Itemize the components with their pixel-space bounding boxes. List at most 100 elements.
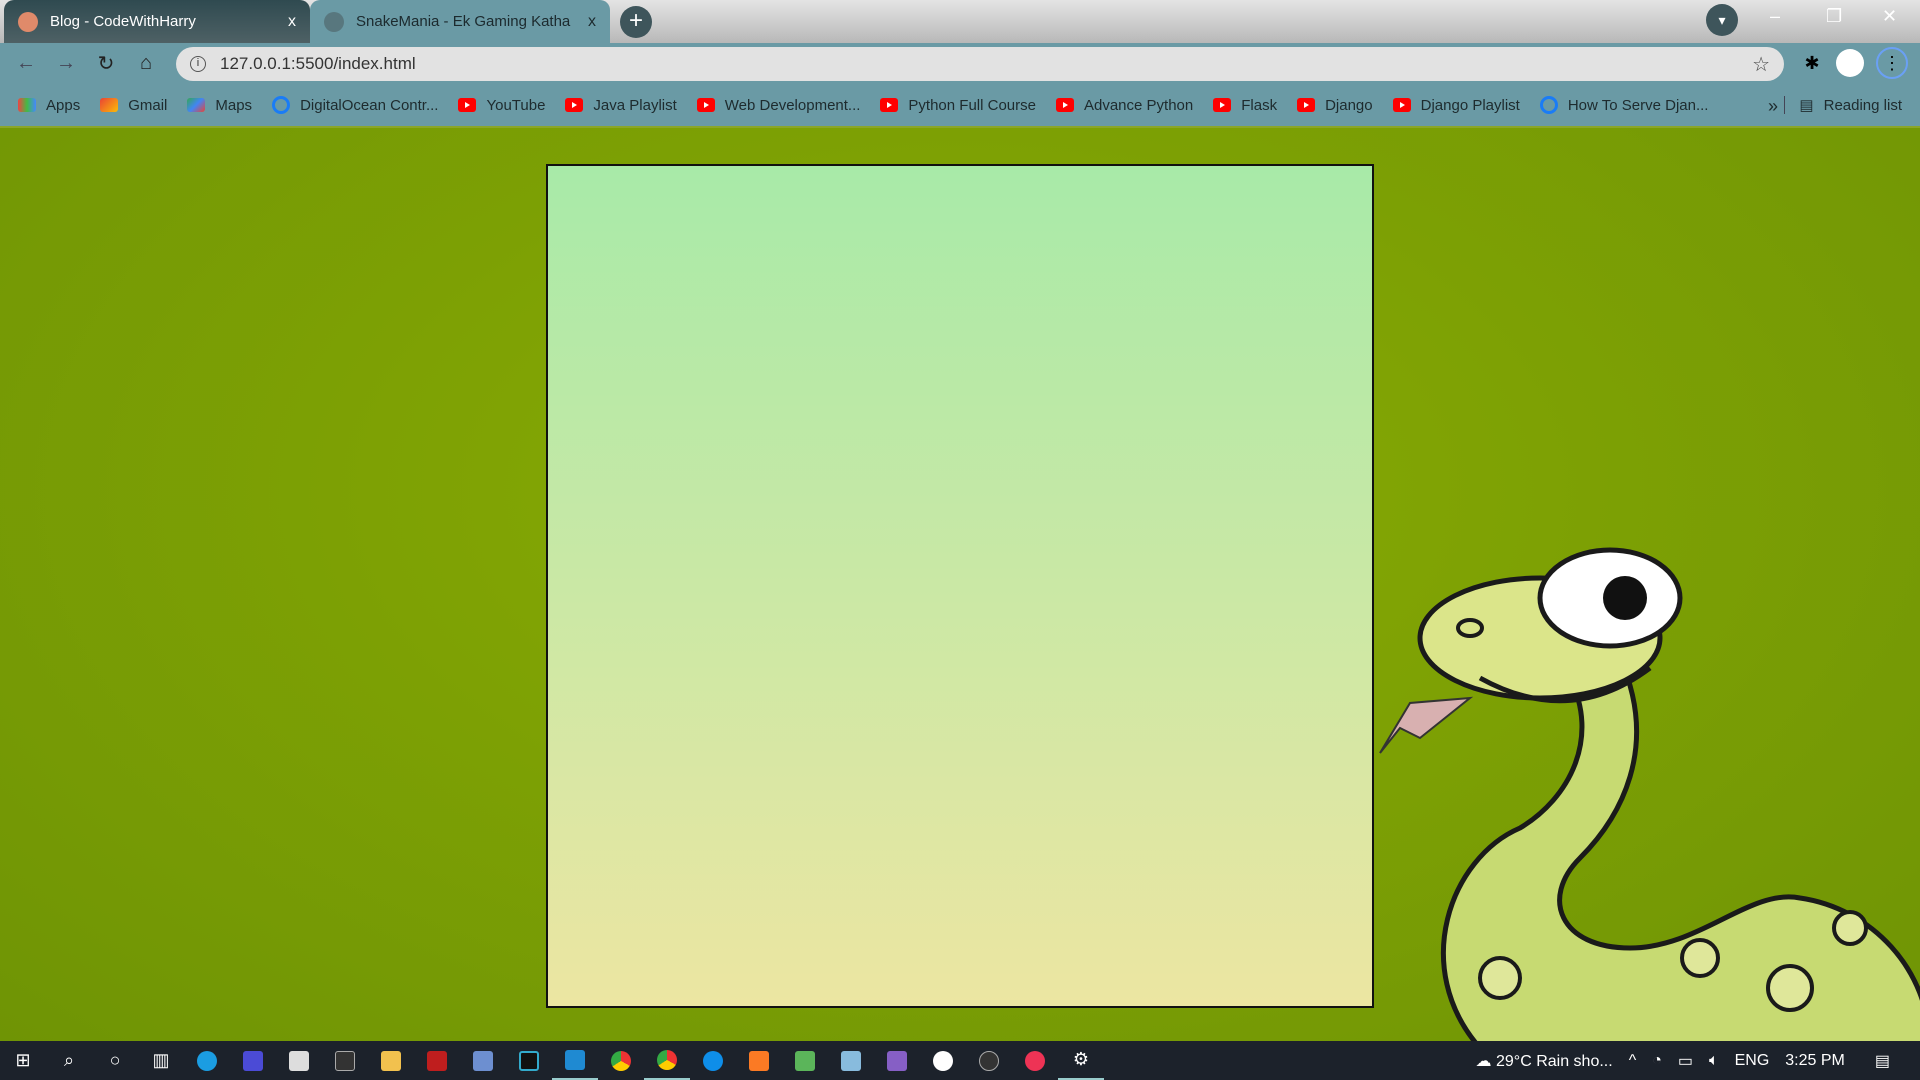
reading-list-button[interactable]: ▤ Reading list xyxy=(1784,96,1902,114)
search-icon[interactable]: ⌕ xyxy=(46,1041,92,1080)
info-icon[interactable]: i xyxy=(190,56,206,72)
filezilla-icon[interactable] xyxy=(414,1041,460,1080)
bookmark-java-playlist[interactable]: Java Playlist xyxy=(565,96,677,114)
bookmark-label: Apps xyxy=(46,96,81,114)
bookmark-django-playlist[interactable]: Django Playlist xyxy=(1392,96,1520,114)
visual-studio-icon[interactable] xyxy=(874,1041,920,1080)
bookmark-label: Java Playlist xyxy=(593,96,677,114)
weather-widget[interactable]: ☁ 29°C Rain sho... xyxy=(1476,1051,1613,1071)
menu-icon[interactable]: ⋮ xyxy=(1876,47,1908,79)
bookmark-star-icon[interactable]: ☆ xyxy=(1752,52,1770,77)
back-icon[interactable]: ← xyxy=(6,52,46,75)
language-indicator[interactable]: ENG xyxy=(1735,1052,1770,1070)
bookmark-label: Django xyxy=(1325,96,1373,114)
more-bookmarks-button[interactable]: » xyxy=(1768,96,1778,117)
bookmark-label: Maps xyxy=(215,96,253,114)
store-icon[interactable] xyxy=(276,1041,322,1080)
reading-list-icon: ▤ xyxy=(1799,97,1814,114)
forward-icon[interactable]: → xyxy=(46,52,86,75)
app-icon[interactable] xyxy=(230,1041,276,1080)
bookmark-label: YouTube xyxy=(486,96,546,114)
close-window-icon[interactable]: ✕ xyxy=(1882,6,1897,27)
address-bar[interactable]: i 127.0.0.1:5500/index.html ☆ xyxy=(176,47,1784,81)
bookmark-python-full-course[interactable]: Python Full Course xyxy=(880,97,1036,114)
extensions-icon[interactable]: ✱ xyxy=(1796,47,1828,79)
youtube-icon xyxy=(880,98,899,112)
bookmark-how-to-serve-django[interactable]: How To Serve Djan... xyxy=(1539,96,1709,114)
bookmark-label: Django Playlist xyxy=(1420,96,1520,114)
bookmark-digitalocean[interactable]: DigitalOcean Contr... xyxy=(272,96,438,114)
close-tab-icon[interactable]: x xyxy=(588,13,596,31)
youtube-icon xyxy=(696,98,715,112)
vscode-icon[interactable] xyxy=(552,1041,598,1080)
weather-icon: ☁ xyxy=(1475,1052,1496,1070)
tab-strip: Blog - CodeWithHarry x SnakeMania - Ek G… xyxy=(0,0,1920,43)
youtube-icon xyxy=(458,98,477,112)
reload-icon[interactable]: ↻ xyxy=(86,51,126,76)
chrome-icon[interactable] xyxy=(598,1041,644,1080)
url-text: 127.0.0.1:5500/index.html xyxy=(220,54,416,73)
home-icon[interactable]: ⌂ xyxy=(126,52,166,75)
bookmark-label: DigitalOcean Contr... xyxy=(300,96,439,114)
maps-icon xyxy=(187,98,206,112)
obs-icon[interactable] xyxy=(966,1041,1012,1080)
bookmark-flask[interactable]: Flask xyxy=(1213,97,1277,114)
digitalocean-icon xyxy=(272,96,291,114)
bookmark-label: Web Development... xyxy=(724,96,861,114)
app-icon[interactable] xyxy=(782,1041,828,1080)
app-icon[interactable] xyxy=(460,1041,506,1080)
notifications-icon[interactable]: ▤ xyxy=(1875,1051,1890,1071)
snake-illustration xyxy=(1379,547,1920,1041)
gmail-icon xyxy=(100,98,119,112)
start-button[interactable]: ⊞ xyxy=(0,1041,46,1080)
bookmark-apps[interactable]: Apps xyxy=(18,97,80,114)
clock[interactable]: 3:25 PM xyxy=(1785,1052,1845,1070)
volume-icon[interactable]: 🔈︎ xyxy=(1709,1052,1719,1070)
youtube-icon xyxy=(1213,98,1232,112)
bookmark-youtube[interactable]: YouTube xyxy=(458,97,545,114)
show-hidden-icons[interactable]: ^ xyxy=(1629,1052,1637,1070)
teamviewer-icon[interactable] xyxy=(690,1041,736,1080)
bookmark-django[interactable]: Django xyxy=(1297,97,1373,114)
task-view-icon[interactable]: ▥ xyxy=(138,1041,184,1080)
cortana-icon[interactable]: ○ xyxy=(92,1041,138,1080)
bookmark-gmail[interactable]: Gmail xyxy=(100,97,167,114)
terminal-icon[interactable] xyxy=(322,1041,368,1080)
minimize-icon[interactable]: – xyxy=(1770,6,1780,27)
app-icon[interactable] xyxy=(920,1041,966,1080)
game-board[interactable] xyxy=(546,164,1374,1008)
tab-snakemania[interactable]: SnakeMania - Ek Gaming Katha x xyxy=(310,0,610,43)
chrome-active-icon[interactable] xyxy=(644,1041,690,1080)
app-icon[interactable] xyxy=(1012,1041,1058,1080)
youtube-icon xyxy=(565,98,584,112)
apps-icon xyxy=(18,98,36,112)
bookmark-label: Python Full Course xyxy=(908,96,1036,114)
new-tab-button[interactable]: + xyxy=(620,6,652,38)
app-icon[interactable] xyxy=(828,1041,874,1080)
tab-blog[interactable]: Blog - CodeWithHarry x xyxy=(4,0,310,43)
system-tray: ☁ 29°C Rain sho... ^ ◔ ▭ 🔈︎ ENG 3:25 PM … xyxy=(1476,1051,1920,1071)
youtube-icon xyxy=(1055,98,1074,112)
bookmark-label: Flask xyxy=(1241,96,1278,114)
bookmark-web-development[interactable]: Web Development... xyxy=(696,96,861,114)
browser-toolbar: ← → ↻ ⌂ i 127.0.0.1:5500/index.html ☆ ✱ … xyxy=(0,43,1920,84)
bookmark-advance-python[interactable]: Advance Python xyxy=(1055,97,1193,114)
close-tab-icon[interactable]: x xyxy=(288,13,296,31)
profile-avatar[interactable] xyxy=(1836,49,1864,77)
tab-title: SnakeMania - Ek Gaming Katha xyxy=(356,13,571,30)
site-favicon xyxy=(18,11,38,32)
youtube-icon xyxy=(1297,98,1316,112)
tab-search-icon[interactable]: ▾ xyxy=(1706,4,1738,36)
wifi-icon[interactable]: ◔ xyxy=(1652,1052,1662,1070)
bookmark-maps[interactable]: Maps xyxy=(187,97,252,114)
xampp-icon[interactable] xyxy=(736,1041,782,1080)
windows-taskbar: ⊞ ⌕ ○ ▥ ⚙ ☁ 29°C Rain sho... ^ ◔ ▭ 🔈︎ EN… xyxy=(0,1041,1920,1080)
edge-icon[interactable] xyxy=(184,1041,230,1080)
intellij-icon[interactable] xyxy=(506,1041,552,1080)
bookmark-label: How To Serve Djan... xyxy=(1567,96,1709,114)
battery-icon[interactable]: ▭ xyxy=(1678,1051,1693,1071)
settings-icon[interactable]: ⚙ xyxy=(1058,1041,1104,1080)
file-explorer-icon[interactable] xyxy=(368,1041,414,1080)
game-page xyxy=(0,128,1920,1041)
restore-icon[interactable]: ❐ xyxy=(1826,6,1842,27)
